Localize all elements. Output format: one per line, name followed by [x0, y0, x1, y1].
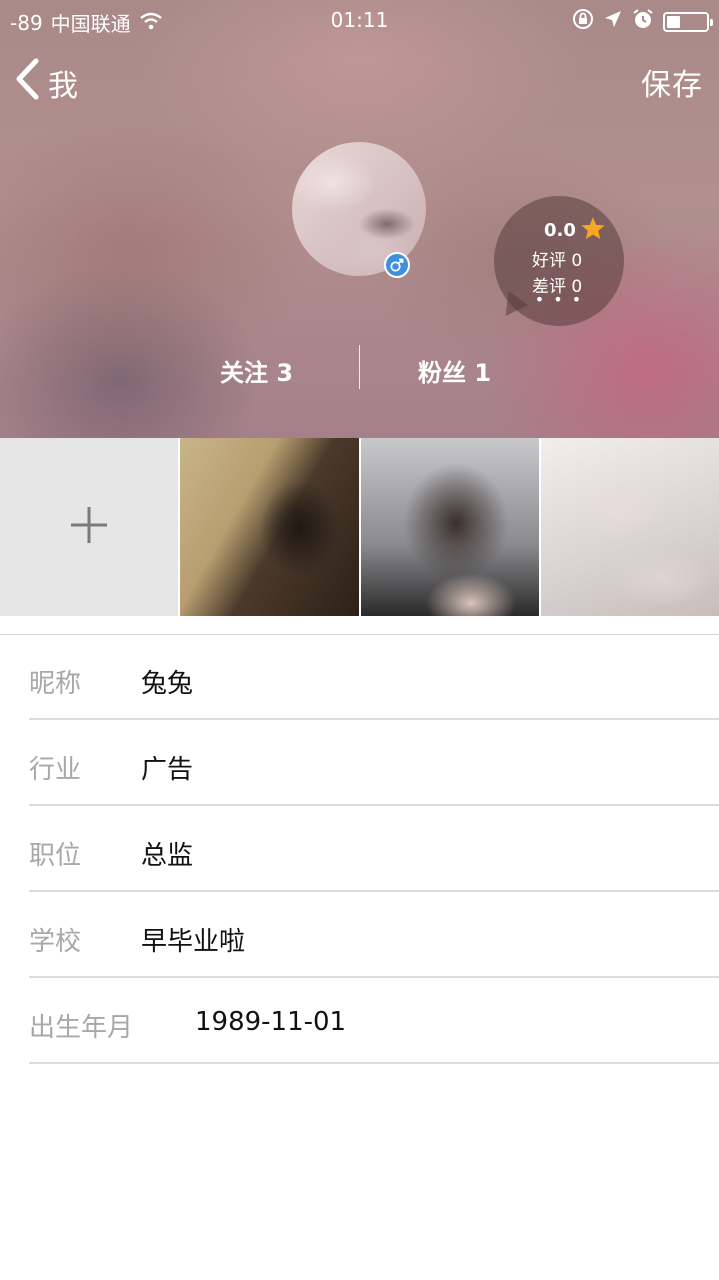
school-label: 学校	[29, 927, 82, 957]
follow-stats: 关注 3 粉丝 1	[0, 345, 719, 389]
stats-divider	[359, 345, 360, 389]
plus-icon	[69, 505, 109, 549]
alarm-icon	[632, 8, 654, 35]
battery-level	[667, 15, 680, 28]
more-dots: • • •	[534, 290, 584, 309]
profile-header: -89 中国联通 01:11 我 保存 0.0 好评 0 差评 0 • • • …	[0, 0, 719, 438]
rating-bubble[interactable]: 0.0 好评 0 差评 0 • • •	[494, 196, 624, 326]
back-label: 我	[48, 69, 78, 104]
following-count[interactable]: 关注 3	[220, 353, 293, 388]
status-right	[572, 8, 713, 35]
birthdate-row[interactable]: 出生年月 1989-11-01	[29, 978, 719, 1064]
birthdate-label: 出生年月	[29, 1013, 134, 1043]
position-value[interactable]: 总监	[141, 835, 193, 872]
good-review-count: 好评 0	[532, 251, 583, 271]
birthdate-value[interactable]: 1989-11-01	[195, 1007, 346, 1037]
school-row[interactable]: 学校 早毕业啦	[29, 892, 719, 978]
star-icon	[580, 216, 606, 245]
industry-label: 行业	[29, 755, 82, 785]
back-chevron-icon	[14, 58, 40, 108]
photo-strip	[0, 438, 719, 616]
rating-score: 0.0	[544, 220, 576, 241]
battery-icon	[663, 11, 713, 32]
photo-thumbnail[interactable]	[540, 438, 719, 616]
lock-rotation-icon	[572, 8, 594, 35]
status-bar: -89 中国联通 01:11	[0, 0, 719, 40]
save-button[interactable]: 保存	[641, 60, 703, 104]
position-row[interactable]: 职位 总监	[29, 806, 719, 892]
rating-score-row: 0.0	[544, 216, 606, 245]
nickname-label: 昵称	[29, 669, 82, 699]
add-photo-button[interactable]	[0, 438, 179, 616]
industry-value[interactable]: 广告	[141, 749, 193, 786]
nickname-row[interactable]: 昵称 兔兔	[29, 634, 719, 720]
photo-thumbnail[interactable]	[180, 438, 359, 616]
industry-row[interactable]: 行业 广告	[29, 720, 719, 806]
photo-thumbnail[interactable]	[360, 438, 539, 616]
fans-count[interactable]: 粉丝 1	[418, 353, 491, 388]
school-value[interactable]: 早毕业啦	[141, 921, 245, 958]
nickname-value[interactable]: 兔兔	[141, 663, 193, 700]
male-icon	[384, 252, 410, 278]
location-arrow-icon	[603, 9, 623, 34]
position-label: 职位	[29, 841, 82, 871]
back-button[interactable]: 我	[14, 58, 78, 108]
